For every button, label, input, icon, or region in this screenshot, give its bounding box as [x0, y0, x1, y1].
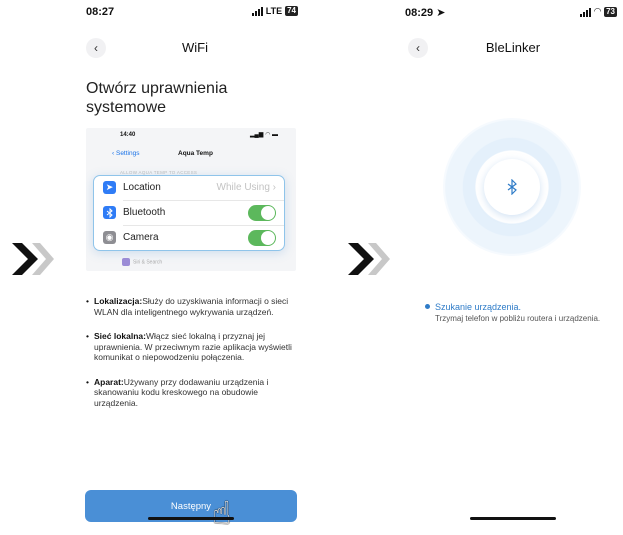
- home-indicator: [470, 517, 556, 520]
- permission-label: Camera: [123, 232, 159, 243]
- page-title: BleLinker: [485, 40, 541, 55]
- preview-status-icons: ▂▄▆ ◠ ▬: [249, 132, 278, 138]
- camera-toggle: [248, 230, 276, 246]
- list-item: Lokalizacja:Służy do uzyskiwania informa…: [86, 296, 302, 317]
- status-bar: 08:29 ➤ ◠ 73: [405, 6, 617, 20]
- preview-siri-row: Siri & Search: [122, 258, 162, 266]
- network-type: LTE: [265, 6, 283, 16]
- bluetooth-icon: [507, 179, 517, 195]
- chevron-left-icon: ‹: [416, 41, 420, 55]
- signal-icon: [580, 7, 592, 17]
- bluetooth-icon: [103, 206, 116, 219]
- status-time: 08:29 ➤: [405, 7, 446, 19]
- battery-icon: 73: [604, 6, 617, 17]
- battery-icon: 74: [285, 6, 298, 16]
- search-status-hint: Trzymaj telefon w pobliżu routera i urzą…: [435, 314, 601, 323]
- signal-icon: [251, 6, 263, 16]
- back-button[interactable]: ‹: [86, 38, 106, 58]
- chevron-left-icon: ‹: [94, 41, 98, 55]
- preview-app-title: Aqua Temp: [178, 150, 213, 157]
- back-button[interactable]: ‹: [408, 38, 428, 58]
- preview-back-link: ‹ Settings: [112, 150, 140, 157]
- permission-value: While Using ›: [216, 182, 276, 193]
- bluetooth-toggle: [248, 205, 276, 221]
- double-chevron-icon: [12, 243, 54, 275]
- permission-label: Location: [123, 182, 161, 193]
- camera-icon: ◉: [103, 231, 116, 244]
- home-indicator: [148, 517, 234, 520]
- list-item: Sieć lokalna:Włącz sieć lokalną i przyzn…: [86, 331, 302, 363]
- preview-time: 14:40: [120, 132, 136, 138]
- permission-row-camera: ◉ Camera: [94, 226, 284, 250]
- siri-icon: [122, 258, 130, 266]
- status-time: 08:27: [86, 6, 115, 18]
- settings-preview-image: 14:40 ▂▄▆ ◠ ▬ ‹ Settings Aqua Temp ALLOW…: [86, 128, 296, 271]
- permission-row-bluetooth: Bluetooth: [94, 201, 284, 225]
- list-item: Aparat:Używany przy dodawaniu urządzenia…: [86, 377, 302, 409]
- page-title: WiFi: [182, 40, 208, 55]
- bluetooth-scan-indicator: [484, 159, 540, 215]
- permission-label: Bluetooth: [123, 207, 166, 218]
- permission-explanations: Lokalizacja:Służy do uzyskiwania informa…: [86, 296, 302, 422]
- status-bar: 08:27 LTE 74: [86, 6, 298, 20]
- search-status-title: Szukanie urządzenia.: [425, 302, 605, 312]
- permission-card: ➤ Location While Using › Bluetooth ◉ Cam…: [93, 175, 285, 251]
- permissions-heading: Otwórz uprawnienia systemowe: [86, 80, 228, 116]
- double-chevron-icon: [348, 243, 390, 275]
- status-indicators: ◠ 73: [580, 6, 617, 17]
- search-status: Szukanie urządzenia. Trzymaj telefon w p…: [425, 302, 605, 324]
- status-indicators: LTE 74: [251, 6, 298, 16]
- pointing-hand-icon: ☝: [212, 495, 232, 531]
- location-icon: ➤: [436, 7, 446, 19]
- location-arrow-icon: ➤: [103, 181, 116, 194]
- permission-row-location: ➤ Location While Using ›: [94, 176, 284, 200]
- wifi-icon: ◠: [594, 6, 602, 16]
